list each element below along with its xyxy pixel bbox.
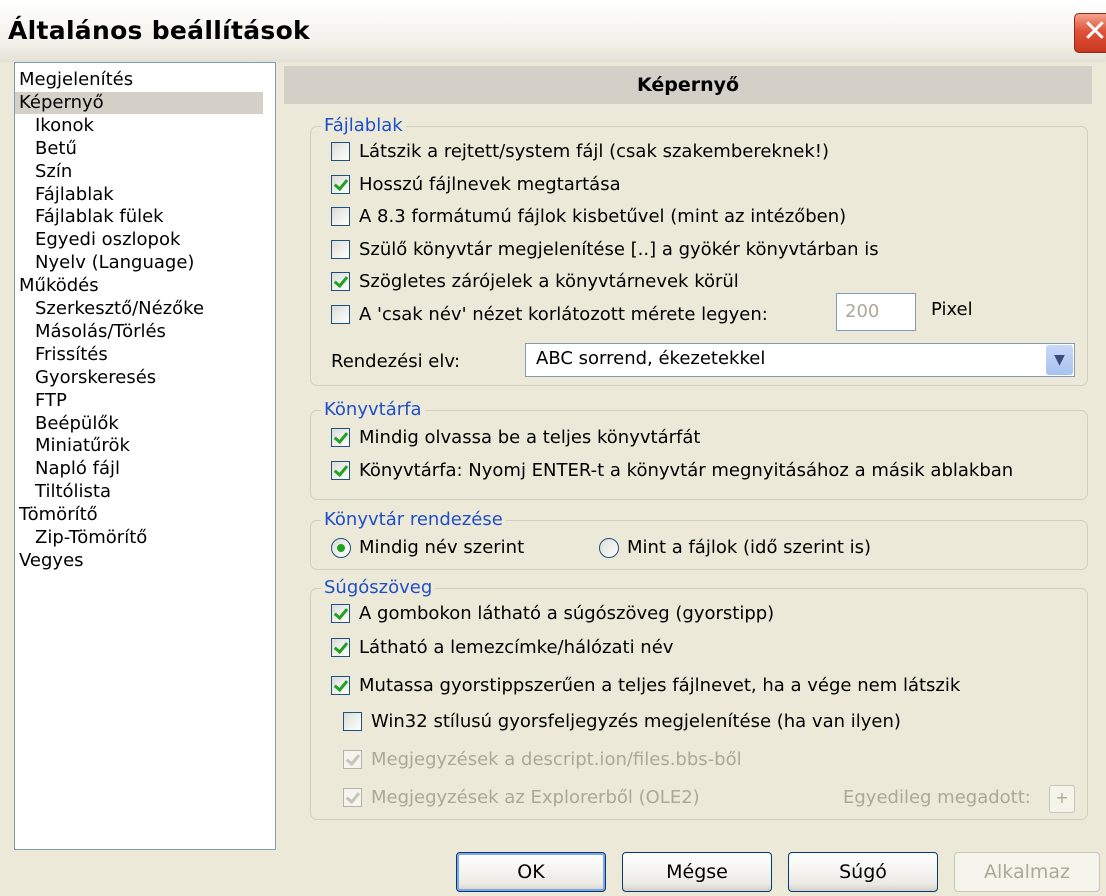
sidebar-item[interactable]: Működés: [15, 275, 263, 297]
sidebar-item[interactable]: Beépülők: [15, 413, 263, 435]
checkbox-label: A 'csak név' nézet korlátozott mérete le…: [359, 303, 768, 325]
sort-label: Rendezési elv:: [331, 351, 461, 372]
size-input[interactable]: 200: [836, 293, 916, 331]
sidebar-item[interactable]: Gyorskeresés: [15, 367, 263, 389]
checkbox-label: Szülő könyvtár megjelenítése [..] a gyök…: [359, 238, 879, 260]
checkbox-label: Hosszú fájlnevek megtartása: [359, 173, 621, 195]
sidebar-item[interactable]: Vegyes: [15, 550, 263, 572]
checkbox[interactable]: [343, 712, 362, 731]
sidebar-item[interactable]: FTP: [15, 390, 263, 412]
chevron-down-icon[interactable]: ▼: [1046, 345, 1073, 375]
checkbox-label: Megjegyzések az Explorerből (OLE2): [371, 787, 700, 808]
sidebar-item[interactable]: Egyedi oszlopok: [15, 229, 263, 251]
size-value: 200: [845, 301, 880, 322]
checkbox-label: Szögletes zárójelek a könyvtárnevek körü…: [359, 271, 739, 292]
sidebar-item[interactable]: Napló fájl: [15, 458, 263, 480]
size-unit-label: Pixel: [931, 299, 973, 320]
checkbox[interactable]: [331, 272, 350, 291]
checkbox[interactable]: [331, 174, 350, 194]
rendezes-group: Könyvtár rendezése Mindig név szerint Min…: [310, 509, 1088, 570]
checkbox-label: Látható a lemezcímke/hálózati név: [359, 637, 674, 658]
sidebar-item[interactable]: Nyelv (Language): [15, 252, 263, 274]
sidebar-item[interactable]: Miniatűrök: [15, 435, 263, 457]
fajlablak-group: Fájlablak Látszik a rejtett/system fájl …: [310, 115, 1088, 386]
konyvtarfa-group: Könyvtárfa Mindig olvassa be a teljes kö…: [310, 399, 1088, 500]
sidebar-item[interactable]: Megjelenítés: [15, 69, 263, 91]
checkbox[interactable]: [331, 676, 350, 695]
sidebar-item[interactable]: Tiltólista: [15, 481, 263, 503]
custom-add-button[interactable]: +: [1049, 785, 1075, 813]
sidebar-item[interactable]: Tömörítő: [15, 504, 263, 526]
sugo-group: Súgószöveg A gombokon látható a súgószöv…: [310, 577, 1088, 820]
checkbox[interactable]: [331, 638, 350, 657]
checkbox-label: Mutassa gyorstippszerűen a teljes fájlne…: [359, 675, 961, 696]
close-button[interactable]: ✕: [1074, 13, 1106, 53]
sidebar-item[interactable]: Zip-Tömörítő: [15, 527, 263, 549]
checkbox[interactable]: [331, 239, 350, 259]
sidebar-item[interactable]: Fájlablak: [15, 184, 263, 206]
checkbox-label: A 8.3 formátumú fájlok kisbetűvel (mint …: [359, 206, 847, 227]
close-icon: ✕: [1082, 14, 1106, 49]
sugo-legend: Súgószöveg: [321, 577, 436, 599]
custom-label: Egyedileg megadott:: [843, 787, 1031, 808]
sidebar-item[interactable]: Frissítés: [15, 344, 263, 366]
checkbox[interactable]: [331, 304, 350, 324]
sidebar-item[interactable]: Betű: [15, 138, 263, 160]
checkbox-label: Megjegyzések a descript.ion/files.bbs-bő…: [371, 749, 742, 770]
sort-select[interactable]: ABC sorrend, ékezetekkel ▼: [525, 343, 1075, 377]
window-title: Általános beállítások: [8, 16, 310, 45]
checkbox-label: Látszik a rejtett/system fájl (csak szak…: [359, 141, 829, 162]
sidebar-item[interactable]: Képernyő: [15, 91, 263, 114]
fajlablak-legend: Fájlablak: [321, 115, 406, 137]
sort-select-value: ABC sorrend, ékezetekkel: [536, 348, 766, 369]
radio-button[interactable]: [599, 538, 619, 558]
sidebar-item[interactable]: Másolás/Törlés: [15, 321, 263, 343]
checkbox-label: Mindig olvassa be a teljes könyvtárfát: [359, 427, 701, 448]
sidebar-item[interactable]: Szín: [15, 161, 263, 183]
page-title: Képernyő: [284, 66, 1092, 104]
settings-tree[interactable]: Megjelenítés Képernyő Ikonok Betű Szín Fájlab…: [14, 62, 276, 850]
radio-label: Mindig név szerint: [359, 537, 525, 558]
ok-button[interactable]: OK: [456, 852, 606, 892]
sidebar-item[interactable]: Fájlablak fülek: [15, 206, 263, 228]
help-button[interactable]: Súgó: [788, 852, 938, 892]
checkbox-label: A gombokon látható a súgószöveg (gyorsti…: [359, 603, 775, 624]
checkbox: [343, 788, 362, 807]
konyvtarfa-legend: Könyvtárfa: [321, 399, 425, 421]
checkbox-label: Win32 stílusú gyorsfeljegyzés megjelenít…: [371, 711, 901, 732]
checkbox: [343, 750, 362, 769]
checkbox[interactable]: [331, 461, 350, 480]
checkbox[interactable]: [331, 142, 350, 161]
cancel-button[interactable]: Mégse: [622, 852, 772, 892]
radio-button[interactable]: [331, 538, 351, 558]
checkbox[interactable]: [331, 428, 350, 447]
rendezes-legend: Könyvtár rendezése: [321, 509, 506, 531]
sidebar-item[interactable]: Ikonok: [15, 115, 263, 137]
checkbox[interactable]: [331, 604, 350, 623]
checkbox[interactable]: [331, 207, 350, 226]
radio-label: Mint a fájlok (idő szerint is): [627, 537, 872, 558]
title-bar: Általános beállítások ✕: [0, 0, 1106, 62]
checkbox-label: Könyvtárfa: Nyomj ENTER-t a könyvtár meg…: [359, 460, 1014, 481]
sidebar-item[interactable]: Szerkesztő/Nézőke: [15, 298, 263, 320]
apply-button: Alkalmaz: [954, 852, 1100, 892]
